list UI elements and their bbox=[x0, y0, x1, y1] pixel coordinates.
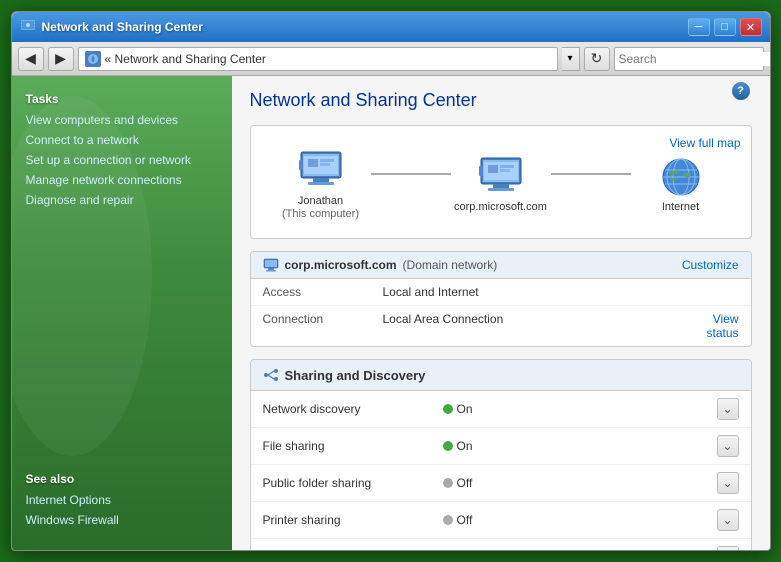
sidebar-item-windows-firewall[interactable]: Windows Firewall bbox=[12, 510, 232, 530]
sidebar-item-setup-connection[interactable]: Set up a connection or network bbox=[12, 150, 232, 170]
node-label-corp: corp.microsoft.com bbox=[454, 200, 547, 214]
expand-media-sharing[interactable]: ⌄ bbox=[717, 546, 739, 550]
sharing-icon bbox=[263, 367, 279, 383]
sidebar-item-manage-connections[interactable]: Manage network connections bbox=[12, 170, 232, 190]
connection-label: Connection bbox=[263, 312, 383, 326]
computer-icon-jonathan bbox=[293, 148, 349, 194]
network-line-2 bbox=[551, 173, 631, 175]
sidebar-see-also-heading: See also bbox=[12, 466, 232, 490]
access-value: Local and Internet bbox=[383, 285, 739, 299]
sharing-title: Sharing and Discovery bbox=[285, 368, 426, 383]
customize-link[interactable]: Customize bbox=[682, 258, 739, 272]
sidebar-item-view-computers[interactable]: View computers and devices bbox=[12, 110, 232, 130]
sharing-row-printer-sharing: Printer sharing Off ⌄ bbox=[251, 502, 751, 539]
network-info-name: corp.microsoft.com bbox=[285, 258, 397, 272]
sidebar-item-connect-network[interactable]: Connect to a network bbox=[12, 130, 232, 150]
refresh-button[interactable]: ↻ bbox=[584, 47, 610, 71]
network-line-1 bbox=[371, 173, 451, 175]
content-area: ? Network and Sharing Center View full m… bbox=[232, 76, 770, 550]
page-title: Network and Sharing Center bbox=[250, 90, 752, 111]
content-inner: Network and Sharing Center View full map bbox=[232, 76, 770, 550]
sharing-row-media-sharing: Media sharing Off ⌄ bbox=[251, 539, 751, 550]
window-controls: ─ □ ✕ bbox=[688, 18, 762, 36]
sharing-section: Sharing and Discovery Network discovery … bbox=[250, 359, 752, 550]
main-content: Tasks View computers and devices Connect… bbox=[12, 76, 770, 550]
status-dot-public-folder bbox=[443, 478, 453, 488]
sidebar-item-diagnose[interactable]: Diagnose and repair bbox=[12, 190, 232, 210]
network-info-badge: (Domain network) bbox=[403, 258, 498, 272]
sidebar-item-internet-options[interactable]: Internet Options bbox=[12, 490, 232, 510]
computer-icon-corp bbox=[473, 154, 529, 200]
sharing-status-file-sharing: On bbox=[443, 439, 717, 453]
status-dot-network-discovery bbox=[443, 404, 453, 414]
title-bar-left: Network and Sharing Center bbox=[20, 19, 203, 35]
sharing-status-printer-sharing: Off bbox=[443, 513, 717, 527]
status-text-printer-sharing: Off bbox=[457, 513, 473, 527]
network-node-jonathan: Jonathan (This computer) bbox=[271, 148, 371, 220]
address-bar: ◀ ▶ « Network and Sharing Center ▾ ↻ 🔍 bbox=[12, 42, 770, 76]
sharing-label-public-folder: Public folder sharing bbox=[263, 476, 443, 490]
status-dot-file-sharing bbox=[443, 441, 453, 451]
network-node-corp: corp.microsoft.com bbox=[451, 154, 551, 214]
access-label: Access bbox=[263, 285, 383, 299]
main-window: Network and Sharing Center ─ □ ✕ ◀ ▶ « N… bbox=[11, 11, 771, 551]
back-button[interactable]: ◀ bbox=[18, 47, 44, 71]
address-icon bbox=[85, 51, 101, 67]
sharing-row-public-folder: Public folder sharing Off ⌄ bbox=[251, 465, 751, 502]
expand-public-folder[interactable]: ⌄ bbox=[717, 472, 739, 494]
sidebar-see-also-section: See also Internet Options Windows Firewa… bbox=[12, 466, 232, 540]
info-row-connection: Connection Local Area Connection Viewsta… bbox=[251, 306, 751, 346]
address-field[interactable]: « Network and Sharing Center bbox=[78, 47, 558, 71]
sharing-header: Sharing and Discovery bbox=[251, 360, 751, 391]
title-bar: Network and Sharing Center ─ □ ✕ bbox=[12, 12, 770, 42]
address-text: « Network and Sharing Center bbox=[105, 52, 551, 66]
globe-icon bbox=[653, 154, 709, 200]
status-dot-printer-sharing bbox=[443, 515, 453, 525]
close-button[interactable]: ✕ bbox=[740, 18, 762, 36]
network-map: View full map bbox=[250, 125, 752, 239]
sharing-status-public-folder: Off bbox=[443, 476, 717, 490]
search-field[interactable]: 🔍 bbox=[614, 47, 764, 71]
sharing-label-network-discovery: Network discovery bbox=[263, 402, 443, 416]
network-diagram: Jonathan (This computer) bbox=[263, 138, 739, 226]
sharing-label-printer-sharing: Printer sharing bbox=[263, 513, 443, 527]
window-title: Network and Sharing Center bbox=[42, 20, 203, 34]
sharing-row-network-discovery: Network discovery On ⌄ bbox=[251, 391, 751, 428]
view-full-map-link[interactable]: View full map bbox=[669, 136, 740, 150]
network-info-header: corp.microsoft.com (Domain network) Cust… bbox=[251, 252, 751, 279]
address-dropdown[interactable]: ▾ bbox=[562, 47, 580, 71]
window-icon bbox=[20, 19, 36, 35]
sidebar: Tasks View computers and devices Connect… bbox=[12, 76, 232, 550]
search-input[interactable] bbox=[619, 52, 771, 66]
expand-network-discovery[interactable]: ⌄ bbox=[717, 398, 739, 420]
network-info-title: corp.microsoft.com (Domain network) bbox=[263, 258, 498, 272]
sidebar-tasks-heading: Tasks bbox=[12, 86, 232, 110]
sharing-status-network-discovery: On bbox=[443, 402, 717, 416]
status-text-network-discovery: On bbox=[457, 402, 473, 416]
expand-file-sharing[interactable]: ⌄ bbox=[717, 435, 739, 457]
node-sublabel-jonathan: (This computer) bbox=[282, 208, 359, 220]
network-info-icon bbox=[263, 258, 279, 272]
maximize-button[interactable]: □ bbox=[714, 18, 736, 36]
view-status-link[interactable]: Viewstatus bbox=[706, 312, 738, 340]
expand-printer-sharing[interactable]: ⌄ bbox=[717, 509, 739, 531]
node-label-internet: Internet bbox=[662, 200, 699, 214]
status-text-file-sharing: On bbox=[457, 439, 473, 453]
minimize-button[interactable]: ─ bbox=[688, 18, 710, 36]
help-button[interactable]: ? bbox=[732, 82, 750, 100]
forward-button[interactable]: ▶ bbox=[48, 47, 74, 71]
status-text-public-folder: Off bbox=[457, 476, 473, 490]
sharing-label-file-sharing: File sharing bbox=[263, 439, 443, 453]
network-node-internet: Internet bbox=[631, 154, 731, 214]
connection-value: Local Area Connection bbox=[383, 312, 697, 326]
node-label-jonathan: Jonathan bbox=[298, 194, 343, 208]
sharing-row-file-sharing: File sharing On ⌄ bbox=[251, 428, 751, 465]
sidebar-tasks-section: Tasks View computers and devices Connect… bbox=[12, 86, 232, 210]
info-row-access: Access Local and Internet bbox=[251, 279, 751, 306]
network-info-section: corp.microsoft.com (Domain network) Cust… bbox=[250, 251, 752, 347]
